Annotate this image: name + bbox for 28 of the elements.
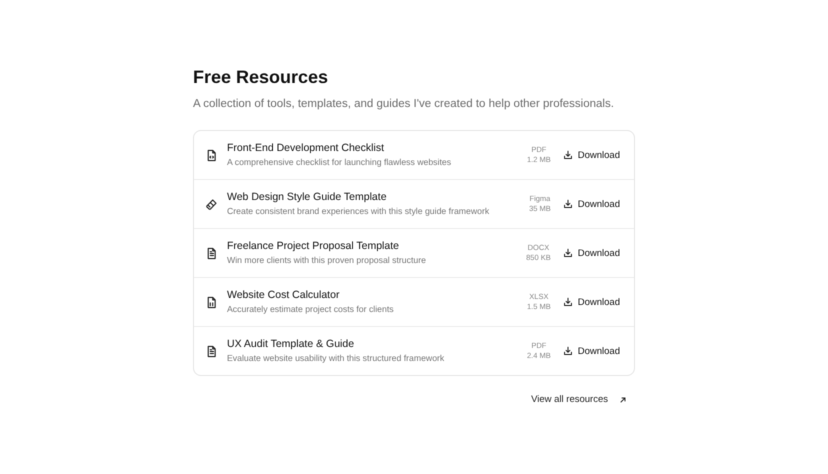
resource-title: Front-End Development Checklist: [227, 142, 385, 155]
resource-title: Web Design Style Guide Template: [227, 191, 388, 204]
document-icon: [205, 246, 218, 260]
section-heading: Free Resources: [193, 66, 330, 88]
resource-description: Win more clients with this proven proposal structure: [227, 254, 427, 266]
download-button[interactable]: Download: [556, 194, 626, 214]
download-button[interactable]: Download: [556, 146, 626, 164]
view-all-link[interactable]: View all resources: [531, 394, 627, 405]
resource-title: Website Cost Calculator: [227, 289, 340, 302]
download-icon: [562, 248, 573, 258]
resource-description: Accurately estimate project costs for clients: [227, 303, 395, 315]
download-button[interactable]: Download: [556, 244, 626, 262]
download-icon: [562, 150, 573, 160]
arrow-up-right-icon: [619, 396, 627, 404]
resource-title: UX Audit Template & Guide: [227, 338, 356, 351]
spreadsheet-file-icon: [205, 296, 218, 308]
resource-title: Freelance Project Proposal Template: [227, 240, 400, 253]
download-icon: [562, 297, 573, 307]
resource-description: A comprehensive checklist for launching flawless websites: [227, 156, 452, 168]
document-icon: [205, 344, 218, 358]
download-button[interactable]: Download: [556, 342, 626, 360]
resource-description: Create consistent brand experiences with this style guide framework: [227, 205, 490, 217]
resource-description: Evaluate website usability with this structured framework: [227, 352, 446, 364]
download-button[interactable]: Download: [556, 292, 626, 312]
download-icon: [562, 346, 573, 356]
download-icon: [562, 199, 573, 209]
code-file-icon: [205, 148, 218, 162]
section-subtitle: A collection of tools, templates, and guides I've created to help other professionals.: [193, 97, 615, 112]
